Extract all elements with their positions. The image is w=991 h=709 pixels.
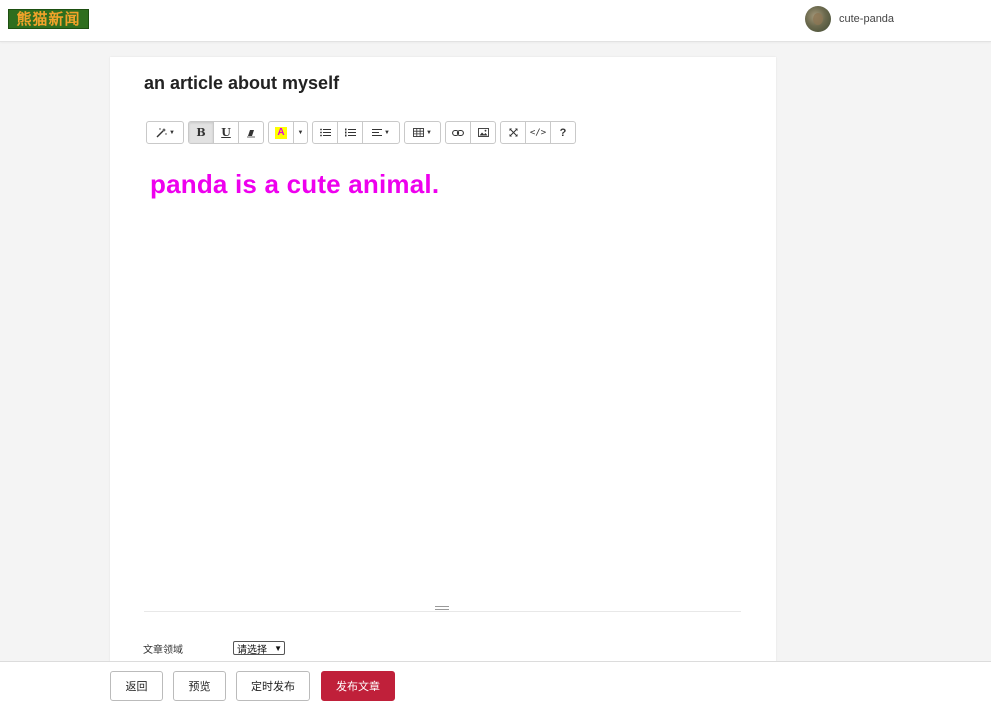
editor-resize-handle[interactable]	[435, 606, 449, 610]
article-title[interactable]: an article about myself	[144, 73, 339, 94]
editor-content[interactable]: panda is a cute animal.	[150, 169, 439, 200]
chevron-down-icon: ▼	[297, 129, 304, 136]
bold-button[interactable]: B	[189, 122, 214, 143]
username[interactable]: cute-panda	[839, 13, 894, 25]
link-icon	[452, 129, 464, 137]
divider	[144, 611, 741, 612]
toolbar-group-insert	[445, 121, 496, 144]
font-color-button[interactable]: A	[269, 122, 294, 143]
help-button[interactable]: ?	[551, 122, 575, 143]
toolbar-group-table: ▼	[404, 121, 441, 144]
picture-icon	[477, 128, 489, 137]
field-label-category: 文章领域	[143, 645, 183, 656]
unordered-list-icon	[319, 128, 331, 137]
preview-button[interactable]: 预览	[173, 671, 226, 701]
align-dropdown-button[interactable]: ▼	[363, 122, 399, 143]
ordered-list-icon	[344, 128, 356, 137]
site-logo-text: 熊猫新闻	[16, 10, 81, 28]
chevron-down-icon: ▼	[274, 643, 282, 653]
editor-card: an article about myself ▼ B U A ▼ ▼ ▼ </…	[110, 57, 776, 677]
code-view-button[interactable]: </>	[526, 122, 551, 143]
toolbar-group-format: B U	[188, 121, 264, 144]
toolbar-group-style: ▼	[146, 121, 184, 144]
back-button[interactable]: 返回	[110, 671, 163, 701]
toolbar-group-color: A ▼	[268, 121, 308, 144]
avatar[interactable]	[805, 6, 831, 32]
link-button[interactable]	[446, 122, 471, 143]
user-menu[interactable]: cute-panda	[805, 6, 894, 32]
top-navbar: 熊猫新闻 cute-panda	[0, 0, 991, 42]
style-button[interactable]: ▼	[147, 122, 183, 143]
ordered-list-button[interactable]	[338, 122, 363, 143]
font-color-icon: A	[275, 126, 287, 139]
magic-wand-icon	[155, 127, 167, 139]
table-button[interactable]: ▼	[405, 122, 440, 143]
category-select-value: 请选择	[237, 644, 267, 656]
toolbar-group-paragraph: ▼	[312, 121, 400, 144]
clear-format-button[interactable]	[239, 122, 263, 143]
publish-button[interactable]: 发布文章	[321, 671, 395, 701]
underline-button[interactable]: U	[214, 122, 239, 143]
font-color-dropdown[interactable]: ▼	[294, 122, 307, 143]
schedule-publish-button[interactable]: 定时发布	[236, 671, 310, 701]
table-icon	[413, 128, 424, 137]
align-left-icon	[372, 128, 383, 137]
action-bar: 返回 预览 定时发布 发布文章	[0, 661, 991, 709]
site-logo[interactable]: 熊猫新闻	[8, 9, 89, 29]
fullscreen-icon	[509, 128, 518, 137]
picture-button[interactable]	[471, 122, 495, 143]
category-select[interactable]: 请选择 ▼	[233, 641, 285, 656]
chevron-down-icon: ▼	[169, 129, 175, 136]
eraser-icon	[246, 128, 256, 138]
chevron-down-icon: ▼	[384, 129, 390, 136]
unordered-list-button[interactable]	[313, 122, 338, 143]
fullscreen-button[interactable]	[501, 122, 526, 143]
chevron-down-icon: ▼	[426, 129, 432, 136]
toolbar-group-misc: </> ?	[500, 121, 576, 144]
